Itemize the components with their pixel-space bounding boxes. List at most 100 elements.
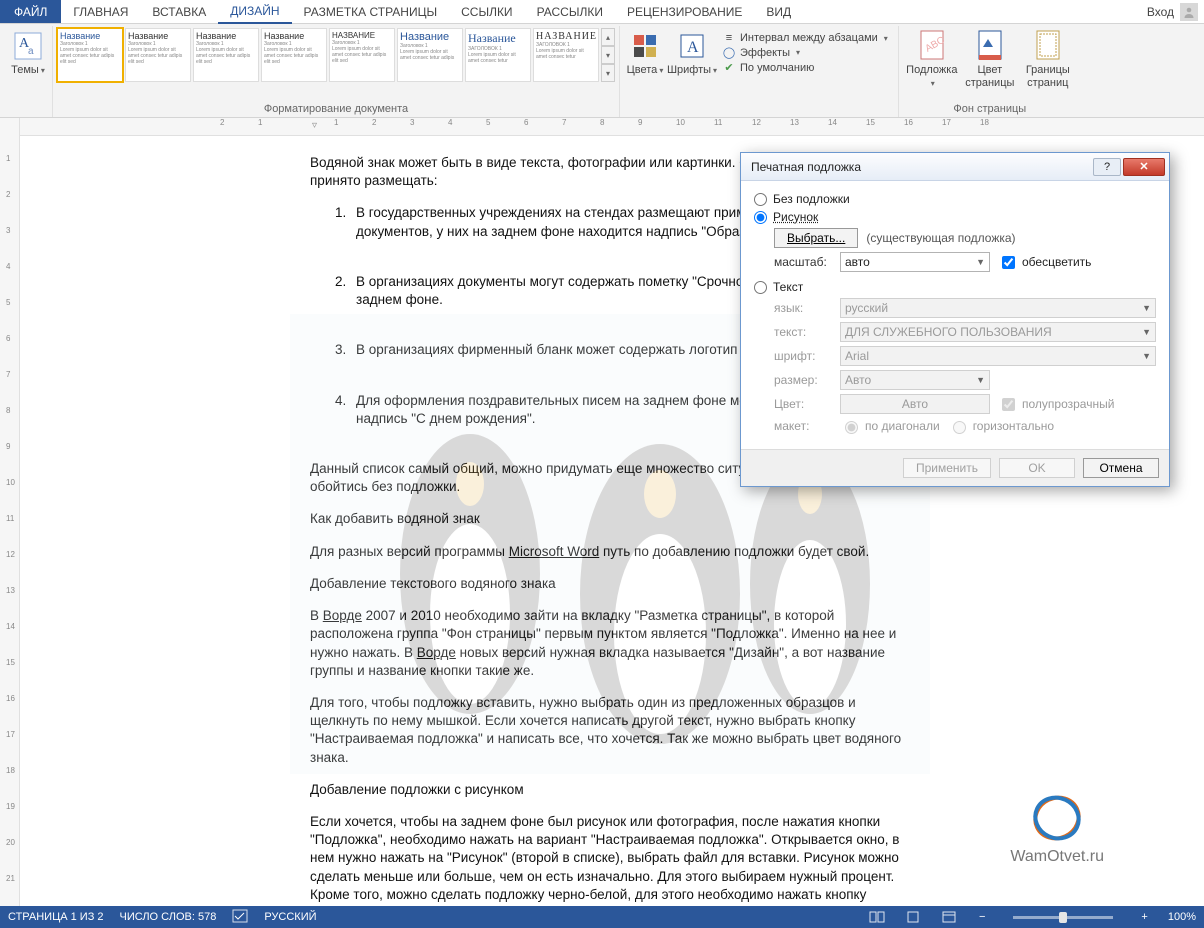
login-link[interactable]: Вход — [1147, 0, 1204, 23]
radio-text[interactable]: Текст — [754, 280, 1156, 294]
view-print-icon[interactable] — [903, 909, 923, 925]
menu-view[interactable]: ВИД — [754, 0, 803, 23]
washout-checkbox[interactable]: обесцветить — [998, 253, 1091, 272]
view-read-icon[interactable] — [867, 909, 887, 925]
fonts-button[interactable]: A Шрифты▾ — [666, 28, 718, 77]
colors-button[interactable]: Цвета▾ — [624, 28, 666, 77]
dialog-title: Печатная подложка — [751, 160, 861, 174]
menu-bar: ФАЙЛ ГЛАВНАЯ ВСТАВКА ДИЗАЙН РАЗМЕТКА СТР… — [0, 0, 1204, 24]
doc-paragraph[interactable]: В Ворде 2007 и 2010 необходимо зайти на … — [310, 607, 910, 680]
style-thumb-4[interactable]: НАЗВАНИЕЗаголовок 1Lorem ipsum dolor sit… — [329, 28, 395, 82]
doc-paragraph[interactable]: Если хочется, чтобы на заднем фоне был р… — [310, 813, 910, 906]
style-thumb-2[interactable]: НазваниеЗаголовок 1Lorem ipsum dolor sit… — [193, 28, 259, 82]
fonts-icon: A — [676, 30, 708, 62]
menu-mail[interactable]: РАССЫЛКИ — [525, 0, 615, 23]
svg-text:a: a — [28, 46, 34, 57]
lang-select: русский▼ — [840, 298, 1156, 318]
menu-design[interactable]: ДИЗАЙН — [218, 0, 291, 24]
style-thumb-0[interactable]: НазваниеЗаголовок 1Lorem ipsum dolor sit… — [57, 28, 123, 82]
doc-paragraph[interactable]: Добавление подложки с рисунком — [310, 781, 910, 799]
layout-label: макет: — [774, 419, 832, 433]
status-lang[interactable]: РУССКИЙ — [264, 911, 316, 923]
scale-label: масштаб: — [774, 255, 832, 269]
doc-paragraph[interactable]: Как добавить водяной знак — [310, 510, 910, 528]
site-logo: WamOtvet.ru — [1010, 792, 1104, 866]
themes-button[interactable]: Aa Темы▾ — [8, 28, 48, 77]
text-select: ДЛЯ СЛУЖЕБНОГО ПОЛЬЗОВАНИЯ▼ — [840, 322, 1156, 342]
scale-select[interactable]: авто▼ — [840, 252, 990, 272]
style-thumb-6[interactable]: НазваниеЗАГОЛОВОК 1Lorem ipsum dolor sit… — [465, 28, 531, 82]
effects-icon: ◯ — [722, 46, 736, 59]
size-label: размер: — [774, 373, 832, 387]
status-bar: СТРАНИЦА 1 ИЗ 2 ЧИСЛО СЛОВ: 578 РУССКИЙ … — [0, 906, 1204, 928]
style-thumb-1[interactable]: НазваниеЗаголовок 1Lorem ipsum dolor sit… — [125, 28, 191, 82]
style-gallery-scroll[interactable]: ▴ ▾ ▾ — [601, 28, 615, 82]
zoom-out-button[interactable]: − — [975, 911, 989, 923]
themes-icon: Aa — [12, 30, 44, 62]
zoom-slider[interactable] — [1013, 916, 1113, 919]
style-down-icon[interactable]: ▾ — [601, 46, 615, 64]
doc-paragraph[interactable]: Для того, чтобы подложку вставить, нужно… — [310, 694, 910, 767]
paragraph-spacing-button[interactable]: ≡ Интервал между абзацами▾ — [722, 32, 888, 44]
page-color-button[interactable]: Цвет страницы — [961, 28, 1019, 89]
style-up-icon[interactable]: ▴ — [601, 28, 615, 46]
spacing-icon: ≡ — [722, 32, 736, 44]
ribbon: Aa Темы▾ НазваниеЗаголовок 1Lorem ipsum … — [0, 24, 1204, 118]
menu-file[interactable]: ФАЙЛ — [0, 0, 61, 23]
color-select: Авто — [840, 394, 990, 414]
ok-button: OK — [999, 458, 1075, 478]
size-select: Авто▼ — [840, 370, 990, 390]
radio-no-watermark[interactable]: Без подложки — [754, 192, 1156, 206]
dialog-help-button[interactable]: ? — [1093, 158, 1121, 176]
menu-insert[interactable]: ВСТАВКА — [140, 0, 218, 23]
menu-links[interactable]: ССЫЛКИ — [449, 0, 524, 23]
watermark-icon: ABC — [916, 30, 948, 62]
doc-paragraph[interactable]: Для разных версий программы Microsoft Wo… — [310, 543, 910, 561]
font-select: Arial▼ — [840, 346, 1156, 366]
style-thumb-3[interactable]: НазваниеЗаголовок 1Lorem ipsum dolor sit… — [261, 28, 327, 82]
layout-horizontal-radio: горизонтально — [948, 418, 1054, 434]
style-thumb-5[interactable]: НазваниеЗаголовок 1Lorem ipsum dolor sit… — [397, 28, 463, 82]
document-styles-gallery: НазваниеЗаголовок 1Lorem ipsum dolor sit… — [57, 28, 615, 94]
indent-marker-icon[interactable]: ▿ — [312, 120, 317, 131]
spellcheck-icon[interactable] — [232, 909, 248, 926]
status-page[interactable]: СТРАНИЦА 1 ИЗ 2 — [8, 911, 104, 923]
status-words[interactable]: ЧИСЛО СЛОВ: 578 — [120, 911, 217, 923]
menu-review[interactable]: РЕЦЕНЗИРОВАНИЕ — [615, 0, 754, 23]
style-thumb-7[interactable]: НАЗВАНИЕЗАГОЛОВОК 1Lorem ipsum dolor sit… — [533, 28, 599, 82]
styles-group-label: Форматирование документа — [264, 101, 408, 117]
vertical-ruler: 1 2 3 4 5 6 7 8 9 10 11 12 13 14 15 16 1… — [0, 118, 20, 906]
colors-icon — [629, 30, 661, 62]
effects-button[interactable]: ◯ Эффекты▾ — [722, 46, 888, 59]
bg-group-label: Фон страницы — [953, 101, 1026, 117]
dialog-close-button[interactable]: ✕ — [1123, 158, 1165, 176]
page-color-icon — [974, 30, 1006, 62]
semitransparent-checkbox: полупрозрачный — [998, 395, 1114, 414]
apply-button: Применить — [903, 458, 991, 478]
menu-layout[interactable]: РАЗМЕТКА СТРАНИЦЫ — [292, 0, 450, 23]
page-borders-icon — [1032, 30, 1064, 62]
zoom-in-button[interactable]: + — [1137, 911, 1151, 923]
text-label: текст: — [774, 325, 832, 339]
style-more-icon[interactable]: ▾ — [601, 64, 615, 82]
lang-label: язык: — [774, 301, 832, 315]
view-web-icon[interactable] — [939, 909, 959, 925]
horizontal-ruler: ▿ 21123456789101112131415161718 — [20, 118, 1204, 136]
choose-picture-button[interactable]: Выбрать... — [774, 228, 858, 248]
font-label: шрифт: — [774, 349, 832, 363]
menu-home[interactable]: ГЛАВНАЯ — [61, 0, 140, 23]
set-default-button[interactable]: ✔ По умолчанию — [722, 61, 888, 74]
cancel-button[interactable]: Отмена — [1083, 458, 1159, 478]
radio-picture[interactable]: Рисунок — [754, 210, 1156, 224]
watermark-button[interactable]: ABC Подложка▾ — [903, 28, 961, 89]
page-borders-button[interactable]: Границы страниц — [1019, 28, 1077, 89]
existing-watermark-label: (существующая подложка) — [866, 231, 1015, 245]
svg-text:A: A — [687, 39, 699, 56]
layout-diagonal-radio: по диагонали — [840, 418, 940, 434]
dialog-titlebar[interactable]: Печатная подложка ? ✕ — [741, 153, 1169, 181]
check-icon: ✔ — [722, 61, 736, 74]
zoom-level[interactable]: 100% — [1168, 911, 1196, 923]
doc-paragraph[interactable]: Добавление текстового водяного знака — [310, 575, 910, 593]
color-label: Цвет: — [774, 397, 832, 411]
user-avatar-icon — [1180, 3, 1198, 21]
